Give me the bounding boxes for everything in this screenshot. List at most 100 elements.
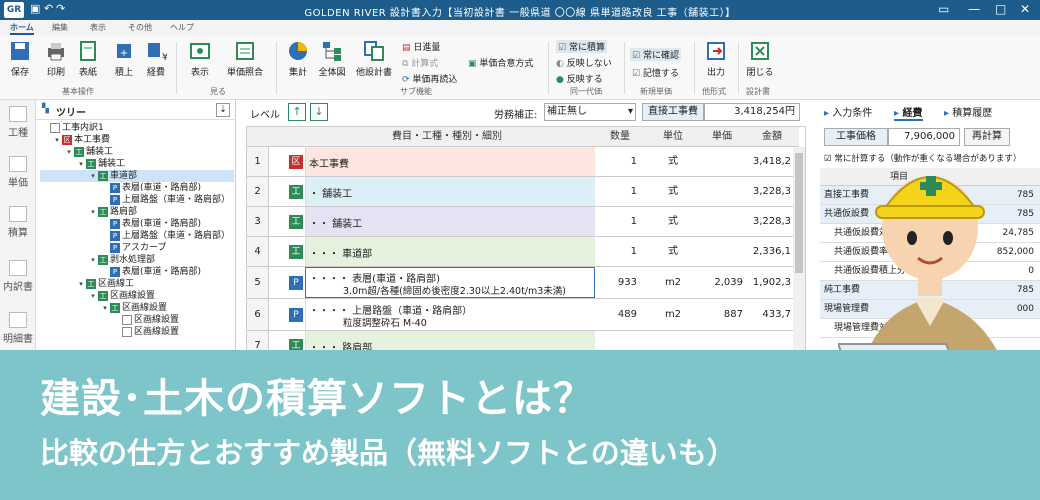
row-number[interactable]: 6 <box>247 299 269 330</box>
tree-node[interactable]: ▾ 工区画線工 <box>40 278 234 290</box>
reflect-toggle[interactable]: ● 反映する <box>556 72 603 85</box>
tree-node[interactable]: ▾ 工舗装工 <box>40 158 234 170</box>
tree-node[interactable]: ▾ 工車道部 <box>40 170 234 182</box>
row-qty[interactable]: 1 <box>597 177 637 206</box>
row-unit[interactable]: 式 <box>651 237 695 266</box>
tab-edit[interactable]: 編集 <box>52 22 68 33</box>
row-number[interactable]: 4 <box>247 237 269 266</box>
tree-node[interactable]: ▾ 工舗装工 <box>40 146 234 158</box>
price-agreement-button[interactable]: ▣ 単価合意方式 <box>468 56 533 69</box>
row-unit[interactable]: 式 <box>651 177 695 206</box>
display-button[interactable]: 表示 <box>184 40 216 78</box>
tree-node[interactable]: ▾ 工区画線設置 <box>40 302 234 314</box>
overview-button[interactable]: 全体図 <box>316 40 348 78</box>
cover-button[interactable]: 表紙 <box>72 40 104 78</box>
row-unit[interactable] <box>651 331 695 351</box>
tree-node[interactable]: P 上層路盤（車道・路肩部） <box>40 194 234 206</box>
summary-button[interactable]: 集計 <box>282 40 314 78</box>
row-qty[interactable]: 1 <box>597 207 637 236</box>
row-unit[interactable]: m2 <box>651 299 695 330</box>
tree-node[interactable]: 工事内訳1 <box>40 122 234 134</box>
row-number[interactable]: 7 <box>247 331 269 351</box>
row-qty[interactable] <box>597 331 637 351</box>
row-unit[interactable]: 式 <box>651 207 695 236</box>
reload-price-button[interactable]: ⟳ 単価再読込 <box>402 72 457 85</box>
row-unit[interactable]: m2 <box>651 267 695 298</box>
tab-view[interactable]: 表示 <box>90 22 106 33</box>
recalc-button[interactable]: 再計算 <box>964 128 1010 146</box>
row-unit[interactable]: 式 <box>651 147 695 176</box>
tab-history[interactable]: ▸ 積算履歴 <box>944 104 992 119</box>
formula-button[interactable]: ⧉ 計算式 <box>402 56 438 69</box>
row-qty[interactable]: 489 <box>597 299 637 330</box>
row-price[interactable] <box>699 331 743 351</box>
tree-toggle-icon[interactable]: ▾ <box>100 302 110 314</box>
tree-toggle-icon[interactable]: ▾ <box>88 206 98 218</box>
no-reflect-toggle[interactable]: ◐ 反映しない <box>556 56 612 69</box>
tree-node[interactable]: 区画線設置 <box>40 314 234 326</box>
tree-toggle-icon[interactable]: ▾ <box>76 278 86 290</box>
row-price[interactable]: 887 <box>699 299 743 330</box>
tab-expenses[interactable]: ▸ 経費 <box>894 104 923 121</box>
remember-toggle[interactable]: ☑ 記憶する <box>632 66 679 79</box>
always-calc-toggle[interactable]: ☑ 常に積算 <box>556 40 607 53</box>
nav-breakdown[interactable]: 内訳書 <box>0 260 36 293</box>
row-price[interactable]: 2,039 <box>699 267 743 298</box>
tree-node[interactable]: 区画線設置 <box>40 326 234 338</box>
tree-node[interactable]: P 表層(車道・路肩部) <box>40 266 234 278</box>
expense-button[interactable]: ¥ 経費 <box>140 40 172 78</box>
maximize-icon[interactable]: □ <box>995 2 1006 16</box>
nav-work-type[interactable]: 工種 <box>0 106 36 139</box>
tab-input-conditions[interactable]: ▸ 入力条件 <box>824 104 872 119</box>
tree-node[interactable]: P 上層路盤（車道・路肩部） <box>40 230 234 242</box>
nav-unit-price[interactable]: 単価 <box>0 156 36 189</box>
ribbon-collapse-icon[interactable]: ▭ <box>938 2 949 16</box>
row-qty[interactable]: 933 <box>597 267 637 298</box>
row-qty[interactable]: 1 <box>597 237 637 266</box>
row-number[interactable]: 2 <box>247 177 269 206</box>
grid-scrollbar[interactable] <box>793 147 805 351</box>
unit-compare-button[interactable]: 単価照合 <box>222 40 268 78</box>
tree-node[interactable]: P 表層(車道・路肩部) <box>40 182 234 194</box>
row-price[interactable] <box>699 147 743 176</box>
close-icon[interactable]: ✕ <box>1020 2 1030 16</box>
tab-other[interactable]: その他 <box>128 22 152 33</box>
row-price[interactable] <box>699 207 743 236</box>
tab-help[interactable]: ヘルプ <box>170 22 194 33</box>
nav-estimate[interactable]: 積算 <box>0 206 36 239</box>
output-button[interactable]: 出力 <box>700 40 732 78</box>
print-button[interactable]: 印刷 <box>40 40 72 78</box>
row-number[interactable]: 5 <box>247 267 269 298</box>
other-design-button[interactable]: 他設計書 <box>356 40 392 78</box>
nav-detail[interactable]: 明細書 <box>0 312 36 345</box>
stack-button[interactable]: + 積上 <box>108 40 140 78</box>
tree-toggle-icon[interactable]: ▾ <box>52 134 62 146</box>
close-design-button[interactable]: 閉じる <box>744 40 776 78</box>
tree-toggle-icon[interactable]: ▾ <box>64 146 74 158</box>
minimize-icon[interactable]: — <box>968 2 980 16</box>
grid-row[interactable]: 7 工・・・ 路肩部 <box>247 331 797 351</box>
tree-node[interactable]: P 表層(車道・路肩部) <box>40 218 234 230</box>
grid-row[interactable]: 5 P ・・・・ 表層(車道・路肩部) 3.0m超/各種(締固め後密度2.30以上2.… <box>247 267 797 299</box>
row-number[interactable]: 3 <box>247 207 269 236</box>
grid-row[interactable]: 4 工・・・ 車道部 1 式 2,336,1 <box>247 237 797 267</box>
tree-node[interactable]: P アスカーブ <box>40 242 234 254</box>
scrollbar-thumb[interactable] <box>795 153 803 273</box>
grid-row[interactable]: 6 P ・・・・ 上層路盤（車道・路肩部） 粒度調整砕石 M-40 489 m2 887 43… <box>247 299 797 331</box>
tree-toggle-icon[interactable]: ▾ <box>88 254 98 266</box>
collapse-all-icon[interactable]: ⇣ <box>216 103 230 117</box>
tree-toggle-icon[interactable]: ▾ <box>76 158 86 170</box>
level-down-button[interactable]: ↓ <box>310 103 328 121</box>
tree-toggle-icon[interactable]: ▾ <box>88 170 98 182</box>
row-qty[interactable]: 1 <box>597 147 637 176</box>
save-button[interactable]: 保存 <box>4 40 36 78</box>
level-up-button[interactable]: ↑ <box>288 103 306 121</box>
tree-node[interactable]: ▾ 工剥水処理部 <box>40 254 234 266</box>
tree-node[interactable]: ▾ 区本工事費 <box>40 134 234 146</box>
grid-row[interactable]: 1区 本工事費 1 式 3,418,2 <box>247 147 797 177</box>
grid-row[interactable]: 2 工・ 舗装工 1 式 3,228,3 <box>247 177 797 207</box>
labor-select[interactable]: 補正無し ▾ <box>544 103 636 121</box>
tree-node[interactable]: ▾ 工区画線設置 <box>40 290 234 302</box>
grid-row[interactable]: 3 工・・ 舗装工 1 式 3,228,3 <box>247 207 797 237</box>
row-price[interactable] <box>699 177 743 206</box>
